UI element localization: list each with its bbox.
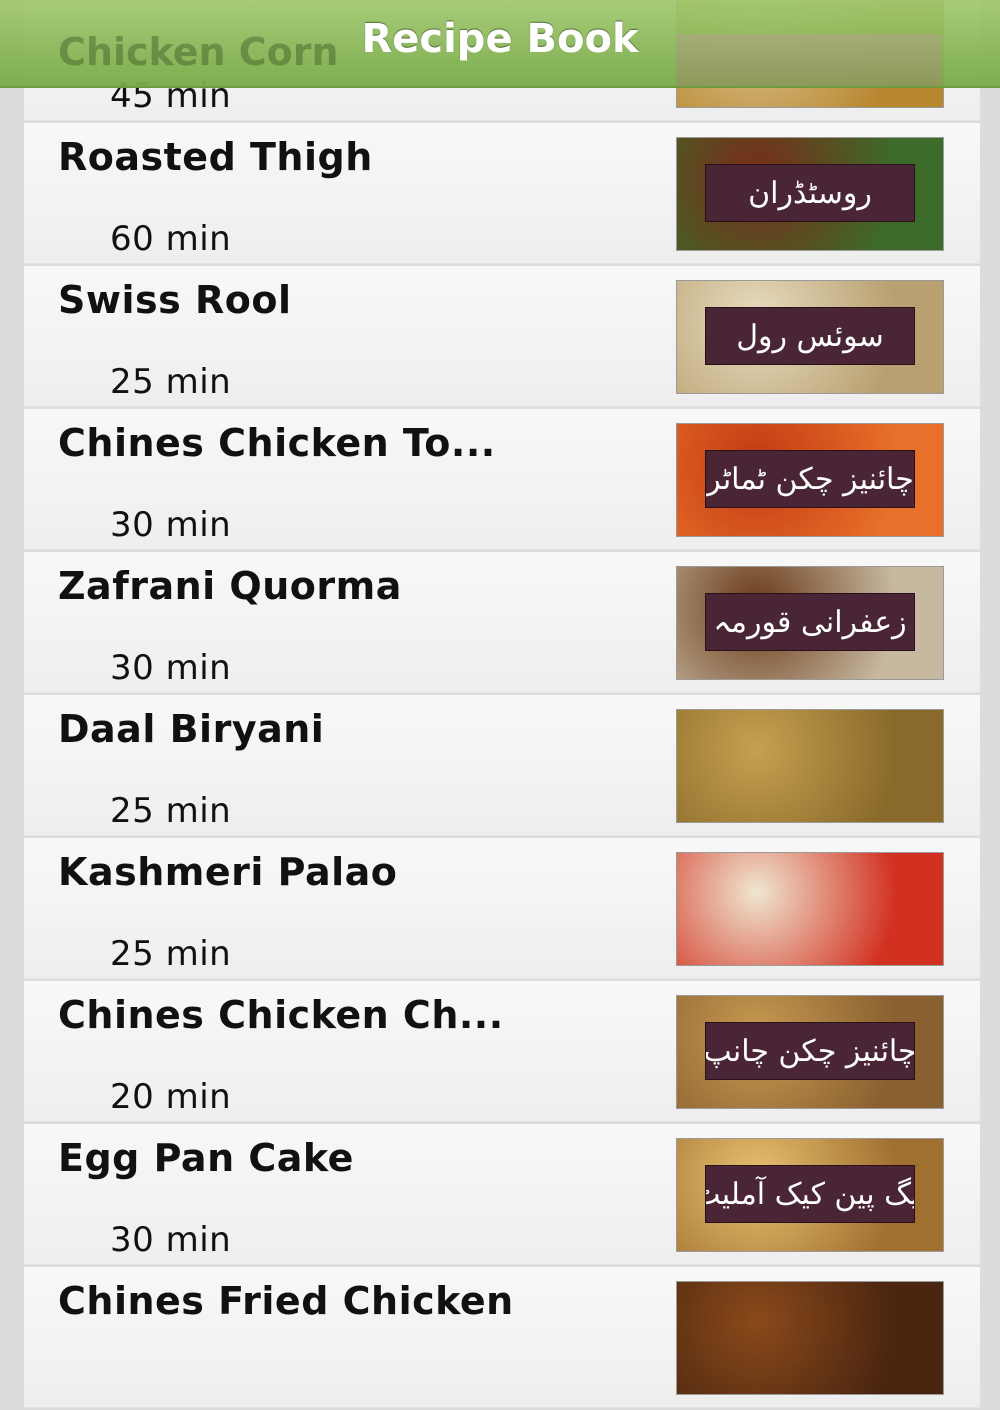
recipe-row[interactable]: Swiss Rool 25 min سوئس رول bbox=[24, 266, 980, 407]
recipe-time: 25 min bbox=[110, 362, 232, 402]
recipe-thumbnail bbox=[676, 709, 944, 823]
recipe-list: 45 min Roasted Thigh 60 min روسٹڈران Swi… bbox=[24, 0, 980, 1410]
recipe-time: 25 min bbox=[110, 791, 232, 831]
recipe-title: Chines Chicken To... bbox=[58, 421, 496, 465]
recipe-time: 20 min bbox=[110, 1077, 232, 1117]
recipe-row[interactable]: Zafrani Quorma 30 min زعفرانی قورمہ bbox=[24, 552, 980, 693]
urdu-title-label: سوئس رول bbox=[705, 307, 915, 365]
recipe-row[interactable]: Chines Chicken Ch... 20 min چائنیز چکن چ… bbox=[24, 981, 980, 1122]
urdu-title-label: چائنیز چکن ٹماٹر bbox=[705, 450, 915, 508]
recipe-time: 30 min bbox=[110, 505, 232, 545]
recipe-row[interactable]: Chines Chicken To... 30 min چائنیز چکن ٹ… bbox=[24, 409, 980, 550]
recipe-time: 25 min bbox=[110, 934, 232, 974]
recipe-title: Chines Fried Chicken bbox=[58, 1279, 514, 1323]
recipe-title: Chines Chicken Ch... bbox=[58, 993, 504, 1037]
recipe-title: Egg Pan Cake bbox=[58, 1136, 354, 1180]
recipe-row[interactable]: Daal Biryani 25 min bbox=[24, 695, 980, 836]
recipe-title: Daal Biryani bbox=[58, 707, 325, 751]
page-title: Recipe Book bbox=[361, 16, 639, 62]
recipe-thumbnail: چائنیز چکن چانپ bbox=[676, 995, 944, 1109]
recipe-title: Swiss Rool bbox=[58, 278, 292, 322]
urdu-title-label: زعفرانی قورمہ bbox=[705, 593, 915, 651]
urdu-title-label: ایگ پین کیک آملیٹ bbox=[705, 1165, 915, 1223]
urdu-title-label: روسٹڈران bbox=[705, 164, 915, 222]
recipe-thumbnail: چائنیز چکن ٹماٹر bbox=[676, 423, 944, 537]
recipe-thumbnail bbox=[676, 852, 944, 966]
recipe-row[interactable]: Kashmeri Palao 25 min bbox=[24, 838, 980, 979]
recipe-title: Zafrani Quorma bbox=[58, 564, 402, 608]
recipe-thumbnail: روسٹڈران bbox=[676, 137, 944, 251]
recipe-title: Roasted Thigh bbox=[58, 135, 373, 179]
recipe-time: 30 min bbox=[110, 1220, 232, 1260]
recipe-row[interactable]: Roasted Thigh 60 min روسٹڈران bbox=[24, 123, 980, 264]
recipe-time: 30 min bbox=[110, 648, 232, 688]
urdu-title-label: چائنیز چکن چانپ bbox=[705, 1022, 915, 1080]
recipe-thumbnail bbox=[676, 1281, 944, 1395]
recipe-row[interactable]: Egg Pan Cake 30 min ایگ پین کیک آملیٹ bbox=[24, 1124, 980, 1265]
recipe-thumbnail: زعفرانی قورمہ bbox=[676, 566, 944, 680]
recipe-time: 60 min bbox=[110, 219, 232, 259]
recipe-thumbnail: سوئس رول bbox=[676, 280, 944, 394]
recipe-row[interactable]: Chines Fried Chicken bbox=[24, 1267, 980, 1408]
recipe-title: Kashmeri Palao bbox=[58, 850, 398, 894]
navigation-bar: Chicken Corn Recipe Book bbox=[0, 0, 1000, 88]
recipe-thumbnail: ایگ پین کیک آملیٹ bbox=[676, 1138, 944, 1252]
